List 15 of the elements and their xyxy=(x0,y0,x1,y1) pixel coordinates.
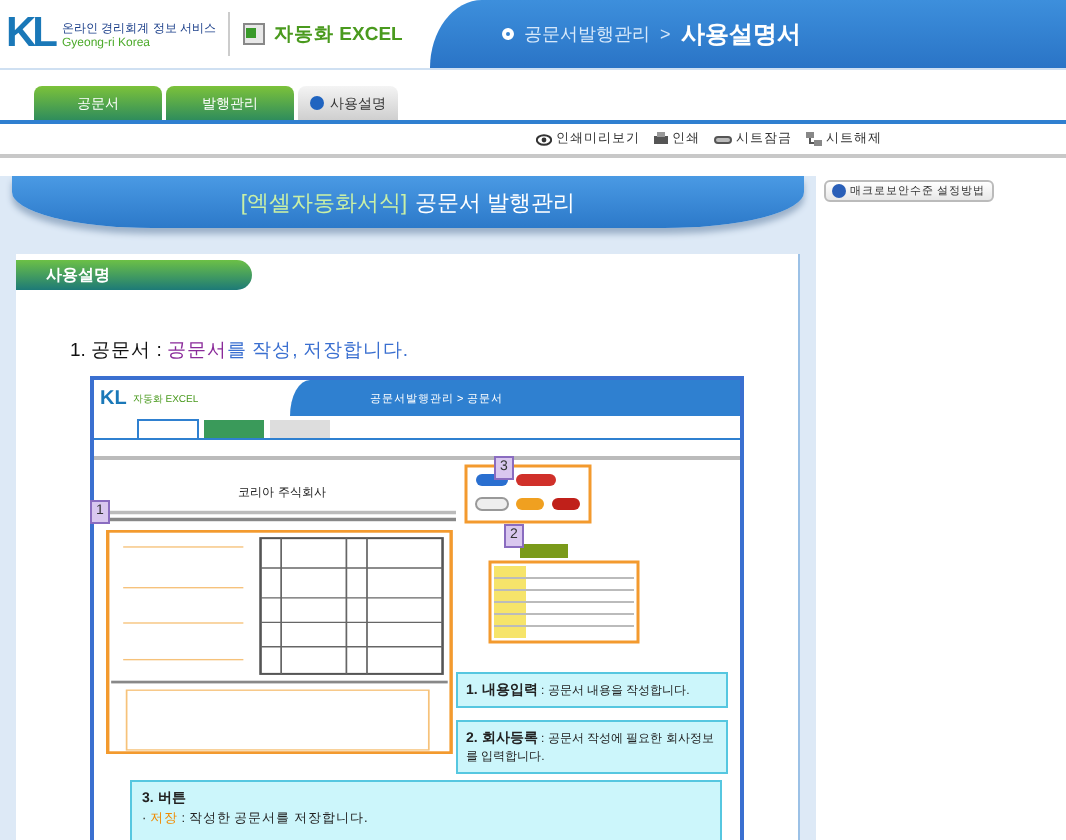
section-title: 사용설명 xyxy=(16,260,252,290)
buttons-drawing xyxy=(464,464,592,524)
logo-mark: KL xyxy=(6,10,54,58)
eye-icon xyxy=(536,133,552,145)
step-text: 1. 공문서 : 공문서 를 작성, 저장합니다. xyxy=(70,338,411,364)
link-icon xyxy=(714,135,732,143)
logo-mark: KL xyxy=(100,387,127,409)
spreadsheet-icon xyxy=(242,22,267,46)
page-title: 사용설명서 xyxy=(680,17,801,51)
network-icon xyxy=(806,132,822,146)
banner-prefix: [엑셀자동화서식] xyxy=(240,189,408,217)
printer-icon xyxy=(654,132,668,146)
product-name: 자동화 EXCEL xyxy=(274,21,403,47)
breadcrumb-separator: > xyxy=(660,24,671,44)
banner-title: 공문서 발행관리 xyxy=(415,189,576,217)
